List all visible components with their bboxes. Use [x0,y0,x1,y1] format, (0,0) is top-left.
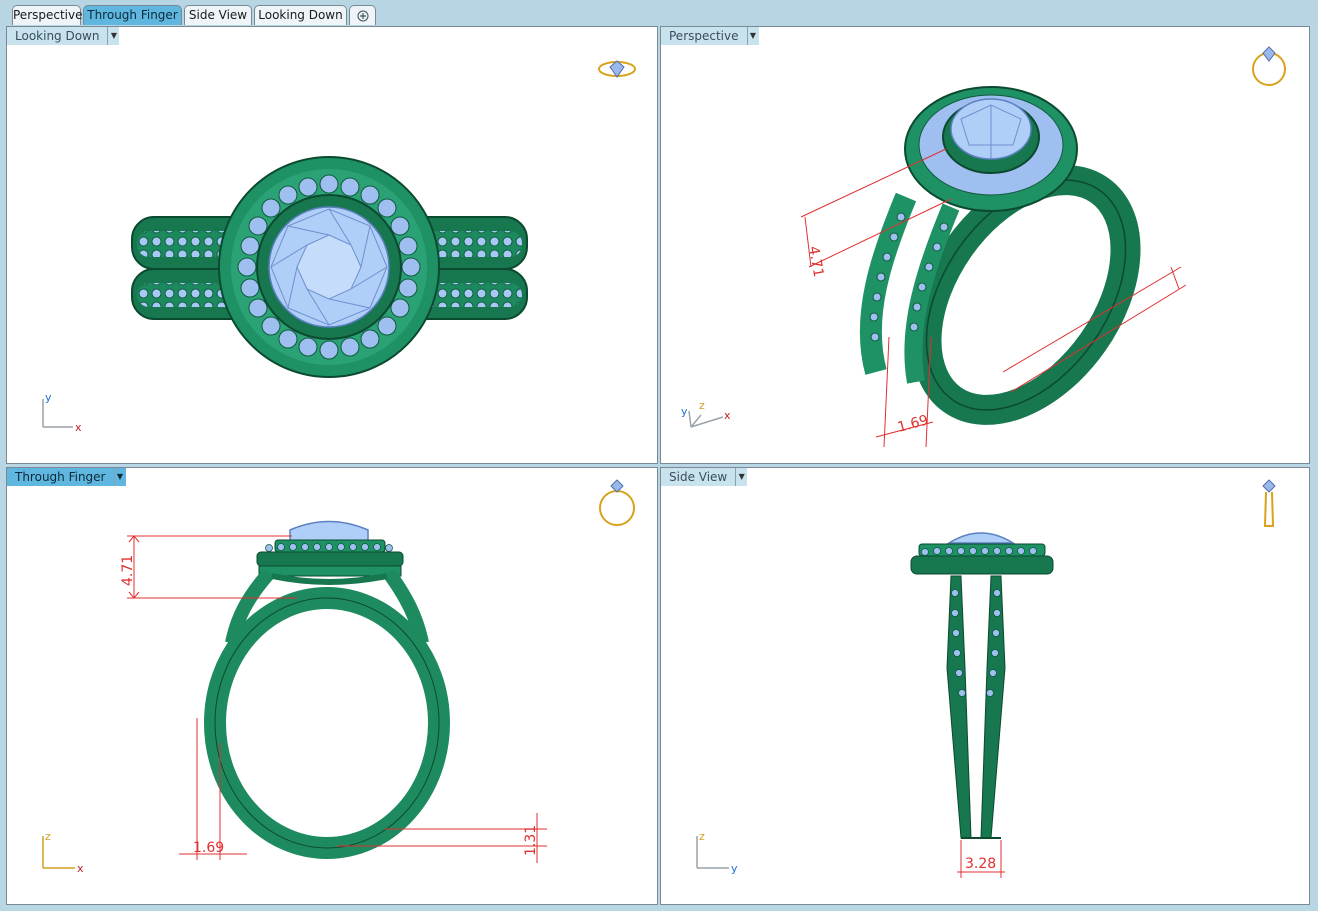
viewport-looking-down[interactable]: Looking Down ▼ y x [6,26,658,464]
svg-text:z: z [45,830,51,843]
axis-indicator: y x [42,391,82,434]
dimension-label: 1.69 [896,412,930,436]
viewport-perspective[interactable]: Perspective ▼ 4.71 1.69 y z x [660,26,1310,464]
ring-thumbnail-icon [598,60,636,78]
tab-looking-down[interactable]: Looking Down [254,5,347,25]
viewport-tab-bar: Perspective Through Finger Side View Loo… [0,0,1318,26]
ring-thumbnail-icon [1262,479,1276,527]
tab-side-view[interactable]: Side View [184,5,252,25]
ring-thumbnail-icon [1252,46,1286,86]
svg-text:x: x [77,862,84,875]
dimension-label: 4.71 [805,245,826,278]
viewport-side-view[interactable]: Side View ▼ 3.28 z y [660,467,1310,905]
axis-indicator: z y [696,830,738,875]
ring-side-view-drawing: 3.28 z y [696,479,1276,878]
dimension-label: 1.69 [193,840,224,856]
svg-text:y: y [45,391,52,404]
viewport-through-finger[interactable]: Through Finger ▼ 4.71 1.69 1.31 z x [6,467,658,905]
ring-perspective-drawing: 4.71 1.69 y z x [681,46,1286,448]
tab-through-finger[interactable]: Through Finger [83,5,182,25]
dimension-label: 1.31 [523,825,539,856]
svg-text:z: z [699,399,705,412]
tab-perspective[interactable]: Perspective [12,5,83,25]
ring-top-view-drawing: y x [42,60,636,434]
add-tab-button[interactable] [349,5,376,25]
ring-thumbnail-icon [599,479,635,526]
svg-text:y: y [681,405,688,418]
svg-text:x: x [75,421,82,434]
svg-text:y: y [731,862,738,875]
dimension-label: 3.28 [965,856,996,872]
plus-icon [357,10,368,22]
axis-indicator: y z x [681,399,731,428]
dimension-label: 4.71 [120,555,136,586]
ring-front-view-drawing: 4.71 1.69 1.31 z x [42,479,635,875]
axis-indicator: z x [42,830,84,875]
svg-text:z: z [699,830,705,843]
svg-text:x: x [724,409,731,422]
